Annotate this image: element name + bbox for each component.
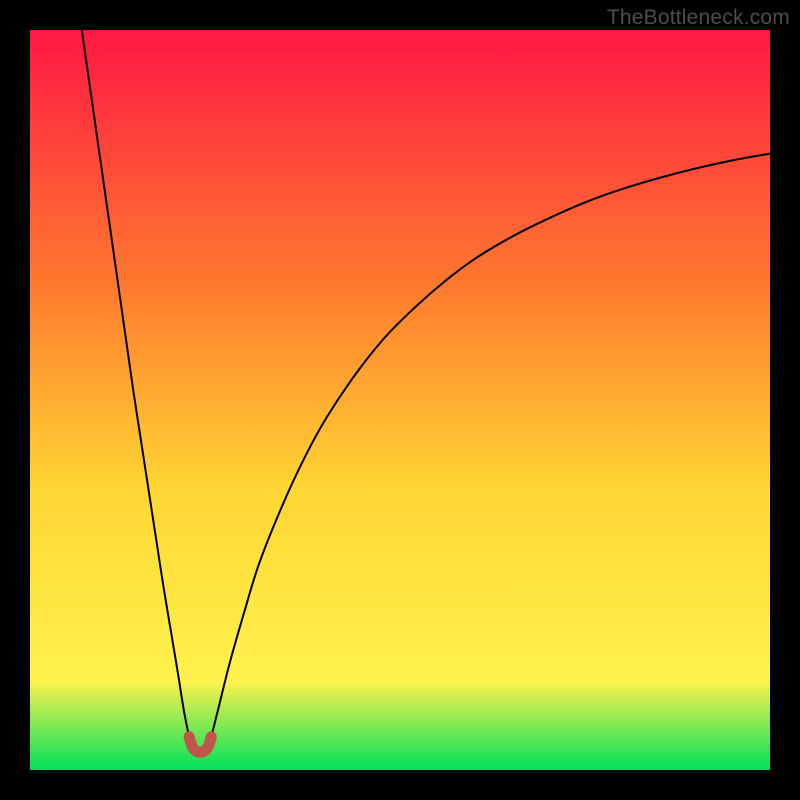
watermark-text: TheBottleneck.com [607,6,790,30]
series-right-branch [211,154,770,737]
outer-frame: TheBottleneck.com [0,0,800,800]
series-valley-marker [189,737,211,753]
series-left-branch [82,30,189,737]
curve-layer [30,30,770,770]
plot-area [30,30,770,770]
